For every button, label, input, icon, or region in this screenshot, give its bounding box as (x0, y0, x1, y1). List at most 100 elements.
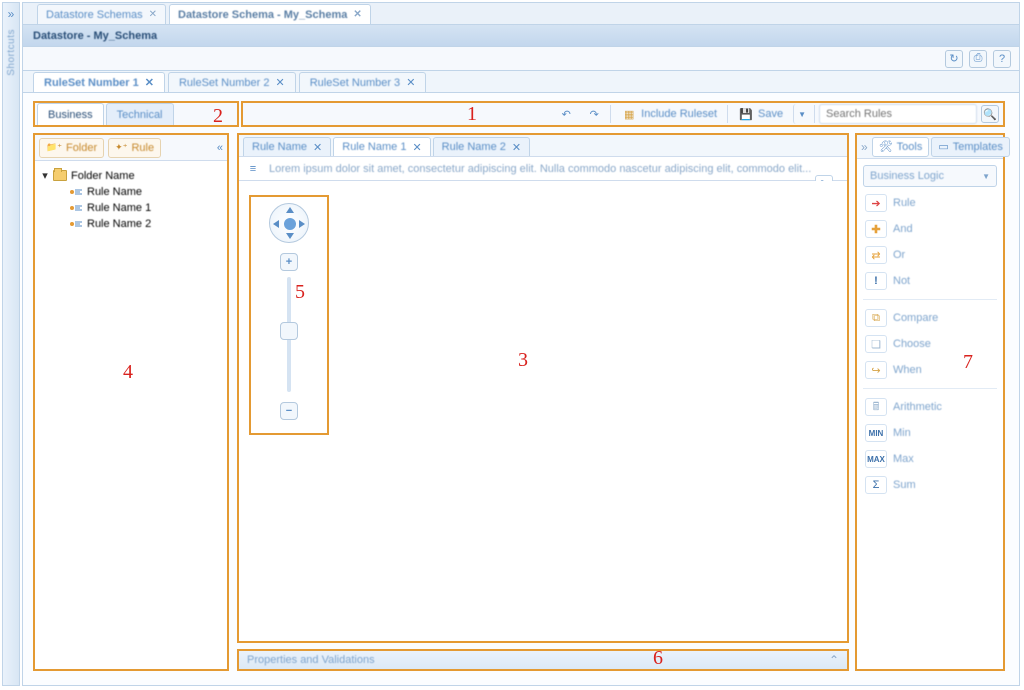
print-button[interactable]: ⎙ (969, 50, 987, 68)
main-area: Business Technical ↶ ↷ ▦ Include Ruleset… (23, 93, 1019, 685)
app-window: Datastore Schemas ✕ Datastore Schema - M… (22, 2, 1020, 686)
tree-rule[interactable]: Rule Name 1 (41, 200, 221, 216)
templates-tab[interactable]: ▭Templates (931, 137, 1010, 157)
ruleset-tab-2[interactable]: RuleSet Number 2✕ (168, 72, 296, 92)
rule-canvas[interactable]: + − (239, 181, 847, 641)
rule-tab[interactable]: Rule Name 2✕ (433, 137, 530, 156)
close-icon[interactable]: ✕ (149, 9, 157, 20)
tool-max[interactable]: MAXMax (863, 447, 997, 471)
arrow-right-icon: ➔ (865, 194, 887, 212)
action-toolbar: ↶ ↷ ▦ Include Ruleset 💾 Save ▼ 🔍 (241, 101, 1005, 127)
page-title: Datastore - My_Schema (33, 30, 157, 42)
close-icon[interactable]: ✕ (145, 76, 154, 89)
doc-tab-schemas[interactable]: Datastore Schemas ✕ (37, 4, 166, 24)
pan-left-icon[interactable] (273, 220, 279, 228)
rule-icon (69, 219, 83, 229)
twisty-icon[interactable]: ▾ (41, 169, 49, 182)
close-icon[interactable]: ✕ (275, 76, 284, 89)
chevron-down-icon: ▼ (798, 110, 806, 119)
shortcuts-label: Shortcuts (6, 29, 17, 76)
tool-rule[interactable]: ➔Rule (863, 191, 997, 215)
redo-button[interactable]: ↷ (582, 104, 606, 124)
undo-button[interactable]: ↶ (554, 104, 578, 124)
view-switch: Business Technical (33, 101, 239, 127)
doc-tab-my-schema[interactable]: Datastore Schema - My_Schema ✕ (169, 4, 371, 24)
view-tab-technical[interactable]: Technical (106, 103, 174, 125)
tool-not[interactable]: !Not (863, 269, 997, 293)
templates-icon: ▭ (938, 140, 948, 153)
zoom-in-button[interactable]: + (280, 253, 298, 271)
zoom-slider[interactable] (287, 277, 291, 392)
save-button[interactable]: 💾 Save (732, 104, 789, 124)
search-icon: 🔍 (983, 108, 997, 121)
max-icon: MAX (865, 450, 887, 468)
close-icon[interactable]: ✕ (412, 141, 421, 154)
rule-tabstrip: Rule Name✕ Rule Name 1✕ Rule Name 2✕ (239, 135, 847, 157)
annotation-5: 5 (295, 281, 305, 304)
rule-tree: ▾ Folder Name Rule Name Rule Name 1 Rule… (35, 161, 227, 238)
ruleset-tab-1[interactable]: RuleSet Number 1✕ (33, 72, 165, 92)
close-icon[interactable]: ✕ (406, 76, 415, 89)
include-ruleset-button[interactable]: ▦ Include Ruleset (615, 104, 723, 124)
close-icon[interactable]: ✕ (512, 141, 521, 154)
pan-right-icon[interactable] (299, 220, 305, 228)
save-dropdown[interactable]: ▼ (793, 104, 810, 124)
expand-up-icon[interactable]: ⌃ (829, 653, 839, 667)
folder-icon (53, 170, 67, 181)
tool-when[interactable]: ↪When (863, 358, 997, 382)
refresh-button[interactable]: ↻ (945, 50, 963, 68)
collapse-icon[interactable]: « (217, 142, 223, 154)
rule-tab[interactable]: Rule Name 1✕ (333, 137, 430, 156)
new-rule-button[interactable]: ✦⁺Rule (108, 138, 161, 158)
zoom-out-button[interactable]: − (280, 402, 298, 420)
pan-up-icon[interactable] (286, 207, 294, 213)
tree-rule[interactable]: Rule Name (41, 184, 221, 200)
rule-description: Lorem ipsum dolor sit amet, consectetur … (269, 163, 841, 175)
ruleset-tabstrip: RuleSet Number 1✕ RuleSet Number 2✕ Rule… (23, 71, 1019, 93)
tools-tabstrip: » 🛠Tools ▭Templates (857, 135, 1003, 159)
not-icon: ! (865, 272, 887, 290)
page-title-bar: Datastore - My_Schema (23, 25, 1019, 47)
tool-min[interactable]: MINMin (863, 421, 997, 445)
tree-rule[interactable]: Rule Name 2 (41, 216, 221, 232)
tools-tab[interactable]: 🛠Tools (872, 137, 930, 157)
annotation-7: 7 (963, 351, 973, 374)
close-icon[interactable]: ✕ (313, 141, 322, 154)
rule-description-bar: ≡ Lorem ipsum dolor sit amet, consectetu… (239, 157, 847, 181)
tool-and[interactable]: ✚And (863, 217, 997, 241)
annotation-2: 2 (213, 105, 223, 128)
tool-sum[interactable]: ΣSum (863, 473, 997, 497)
close-icon[interactable]: ✕ (353, 9, 361, 20)
help-button[interactable]: ? (993, 50, 1011, 68)
chevron-down-icon: ▼ (982, 172, 990, 181)
tree-folder[interactable]: ▾ Folder Name (41, 167, 221, 184)
pan-center-icon[interactable] (284, 218, 296, 230)
zoom-handle[interactable] (280, 322, 298, 340)
navigator-zoom-control: + − (249, 195, 329, 435)
shortcuts-collapsed-panel[interactable]: » Shortcuts (2, 2, 20, 686)
rule-icon (69, 187, 83, 197)
rule-icon (69, 203, 83, 213)
ruleset-tab-3[interactable]: RuleSet Number 3✕ (299, 72, 427, 92)
tools-panel: » 🛠Tools ▭Templates Business Logic ▼ ➔Ru… (855, 133, 1005, 671)
tool-compare[interactable]: ⧉Compare (863, 306, 997, 330)
annotation-4: 4 (123, 361, 133, 384)
search-button[interactable]: 🔍 (981, 105, 999, 123)
properties-panel-collapsed[interactable]: Properties and Validations ⌃ (237, 649, 849, 671)
secondary-toolbar: ↻ ⎙ ? (23, 47, 1019, 71)
view-tab-business[interactable]: Business (37, 103, 104, 125)
expand-icon[interactable]: » (861, 140, 868, 154)
rule-tab[interactable]: Rule Name✕ (243, 137, 331, 156)
redo-icon: ↷ (586, 106, 602, 122)
tool-choose[interactable]: ❏Choose (863, 332, 997, 356)
new-folder-button[interactable]: 📁⁺Folder (39, 138, 104, 158)
tool-category-select[interactable]: Business Logic ▼ (863, 165, 997, 187)
search-rules-input[interactable] (819, 104, 977, 124)
plus-icon: ✚ (865, 220, 887, 238)
undo-icon: ↶ (558, 106, 574, 122)
pan-down-icon[interactable] (286, 233, 294, 239)
tool-arithmetic[interactable]: 🖩Arithmetic (863, 395, 997, 419)
pan-joystick[interactable] (269, 203, 309, 243)
tree-toolbar: 📁⁺Folder ✦⁺Rule « (35, 135, 227, 161)
tool-or[interactable]: ⇄Or (863, 243, 997, 267)
